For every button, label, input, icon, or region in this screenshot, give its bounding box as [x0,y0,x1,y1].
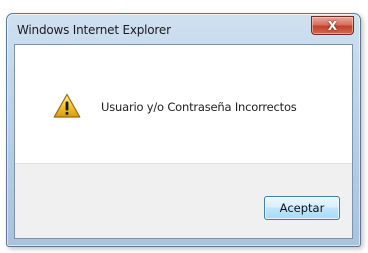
accept-button[interactable]: Aceptar [264,196,340,220]
close-button[interactable]: X [311,16,354,35]
message-area: Usuario y/o Contraseña Incorrectos [15,45,352,163]
title-bar[interactable]: Windows Internet Explorer X [7,14,360,44]
alert-dialog-window: Windows Internet Explorer X Usuario y/o … [6,13,361,247]
warning-icon [53,93,81,118]
dialog-body: Usuario y/o Contraseña Incorrectos Acept… [14,44,353,239]
window-title: Windows Internet Explorer [17,23,171,37]
button-panel: Aceptar [15,163,352,238]
close-icon: X [327,18,338,33]
error-message: Usuario y/o Contraseña Incorrectos [101,100,297,114]
screen: Windows Internet Explorer X Usuario y/o … [0,0,368,253]
